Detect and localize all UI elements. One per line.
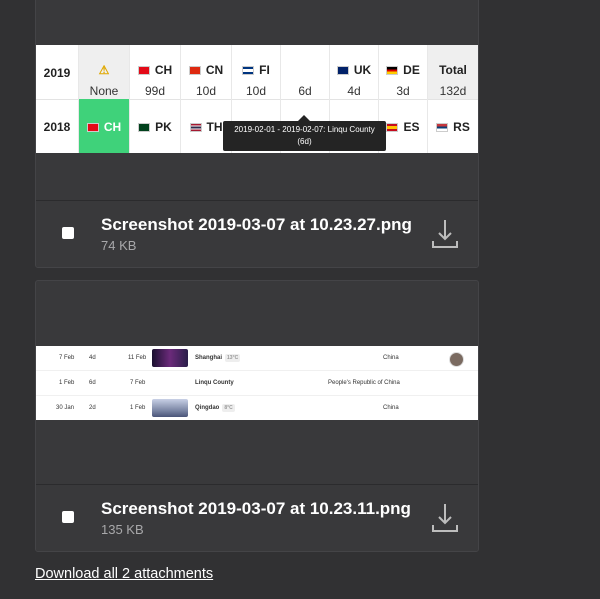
select-checkbox[interactable] <box>62 511 74 523</box>
year-label: 2018 <box>43 120 71 134</box>
year-label: 2019 <box>43 66 71 80</box>
attachment-card: 2019 ⚠ None CH 99d CN 10d FI 10d 6d UK 4… <box>35 0 479 268</box>
tooltip: 2019-02-01 - 2019-02-07: Linqu County (6… <box>223 115 386 151</box>
select-checkbox[interactable] <box>62 227 74 239</box>
image-preview[interactable]: 2019 ⚠ None CH 99d CN 10d FI 10d 6d UK 4… <box>36 45 478 153</box>
avatar <box>449 352 464 367</box>
attachment-filename[interactable]: Screenshot 2019-03-07 at 10.23.27.png <box>101 215 412 235</box>
flag-icon <box>86 123 99 133</box>
flag-icon <box>138 123 151 133</box>
download-icon[interactable] <box>430 217 460 251</box>
flag-icon <box>242 66 255 76</box>
city-thumbnail <box>152 349 188 367</box>
flag-icon <box>137 66 150 76</box>
list-item: 1 Feb 6d 7 Feb Linqu County People's Rep… <box>36 371 478 396</box>
image-preview[interactable]: 7 Feb 4d 11 Feb Shanghai 13°C China 1 Feb… <box>36 346 478 420</box>
flag-icon <box>386 66 399 76</box>
warning-icon: ⚠ <box>98 63 110 77</box>
download-icon[interactable] <box>430 501 460 535</box>
list-item: 30 Jan 2d 1 Feb Qingdao 8°C China <box>36 396 478 420</box>
attachment-footer: Screenshot 2019-03-07 at 10.23.27.png 74… <box>36 200 478 267</box>
flag-icon <box>386 123 399 133</box>
list-item: 7 Feb 4d 11 Feb Shanghai 13°C China <box>36 346 478 371</box>
attachment-footer: Screenshot 2019-03-07 at 10.23.11.png 13… <box>36 484 478 551</box>
flag-icon <box>188 66 201 76</box>
attachment-size: 74 KB <box>101 238 137 253</box>
flag-icon <box>436 123 449 133</box>
flag-icon <box>336 66 349 76</box>
table-row: 2019 ⚠ None CH 99d CN 10d FI 10d 6d UK 4… <box>36 45 478 100</box>
visit-stats-table: 2019 ⚠ None CH 99d CN 10d FI 10d 6d UK 4… <box>36 45 478 153</box>
attachment-filename[interactable]: Screenshot 2019-03-07 at 10.23.11.png <box>101 499 411 519</box>
attachment-card: 7 Feb 4d 11 Feb Shanghai 13°C China 1 Feb… <box>35 280 479 552</box>
city-thumbnail <box>152 399 188 417</box>
flag-icon <box>189 123 202 133</box>
download-all-link[interactable]: Download all 2 attachments <box>35 566 213 582</box>
attachment-size: 135 KB <box>101 522 144 537</box>
